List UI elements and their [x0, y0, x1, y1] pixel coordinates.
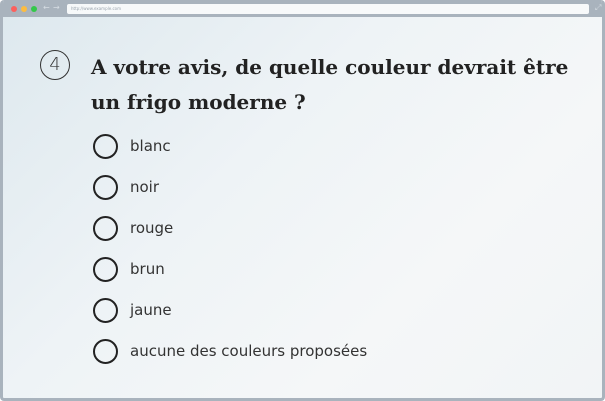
back-arrow-icon[interactable]: ← [43, 3, 50, 13]
radio-button[interactable] [93, 257, 118, 282]
answer-option-label: noir [130, 178, 160, 196]
radio-button[interactable] [93, 175, 118, 200]
answer-option-brun[interactable]: brun [93, 257, 367, 282]
close-window-button[interactable] [11, 6, 17, 12]
browser-toolbar: ← → http://www.example.com ⤢ [3, 0, 602, 17]
answer-option-label: blanc [130, 137, 171, 155]
answer-option-label: brun [130, 260, 165, 278]
address-bar[interactable]: http://www.example.com [67, 4, 589, 14]
expand-icon[interactable]: ⤢ [595, 3, 601, 13]
answer-option-aucune[interactable]: aucune des couleurs proposées [93, 339, 367, 364]
question-text: A votre avis, de quelle couleur devrait … [91, 55, 569, 114]
answer-option-noir[interactable]: noir [93, 175, 367, 200]
answer-option-label: rouge [130, 219, 174, 237]
answer-option-blanc[interactable]: blanc [93, 134, 367, 159]
question-number-badge: 4 [40, 50, 70, 80]
radio-button[interactable] [93, 339, 118, 364]
answer-option-jaune[interactable]: jaune [93, 298, 367, 323]
radio-button[interactable] [93, 216, 118, 241]
forward-arrow-icon[interactable]: → [53, 3, 60, 13]
maximize-window-button[interactable] [31, 6, 37, 12]
radio-button[interactable] [93, 134, 118, 159]
answer-options-list: blanc noir rouge brun jaune aucune des c… [93, 134, 367, 380]
radio-button[interactable] [93, 298, 118, 323]
minimize-window-button[interactable] [21, 6, 27, 12]
answer-option-label: jaune [130, 301, 172, 319]
answer-option-label: aucune des couleurs proposées [130, 342, 368, 360]
answer-option-rouge[interactable]: rouge [93, 216, 367, 241]
browser-window: ← → http://www.example.com ⤢ 4 A votre a… [0, 0, 605, 401]
